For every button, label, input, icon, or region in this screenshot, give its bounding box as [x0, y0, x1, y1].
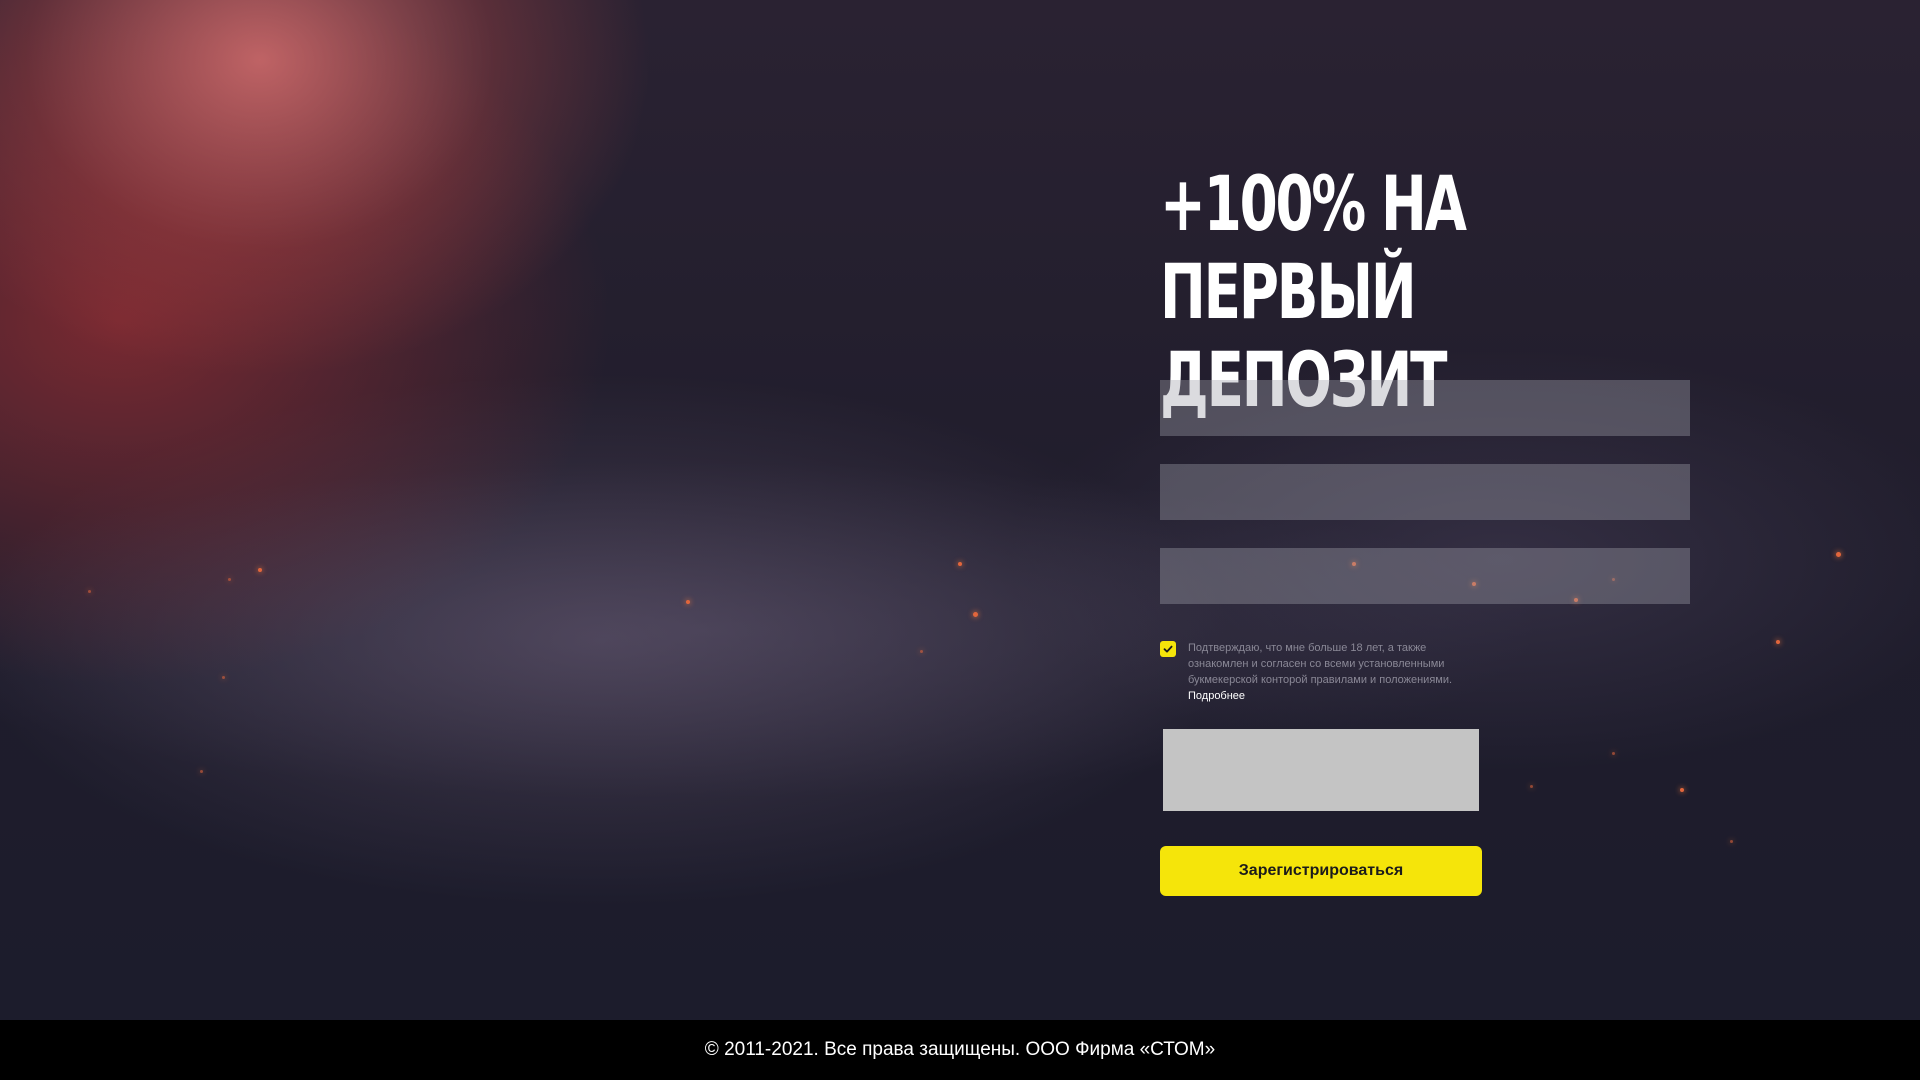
captcha-widget[interactable]	[1163, 729, 1479, 811]
ember-particle	[920, 650, 923, 653]
ember-particle	[1612, 752, 1615, 755]
registration-field-2[interactable]	[1160, 464, 1690, 520]
copyright-text: © 2011-2021. Все права защищены. ООО Фир…	[704, 1039, 1216, 1060]
ember-particle	[958, 562, 962, 566]
ember-particle	[1680, 788, 1684, 792]
register-button[interactable]: Зарегистрироваться	[1160, 846, 1482, 896]
registration-field-3[interactable]	[1160, 548, 1690, 604]
ember-particle	[686, 600, 690, 604]
agreement-details-link[interactable]: Подробнее	[1188, 690, 1245, 702]
ember-particle	[222, 676, 225, 679]
ember-particle	[200, 770, 203, 773]
ember-particle	[1530, 785, 1533, 788]
ember-particle	[1730, 840, 1733, 843]
footer: © 2011-2021. Все права защищены. ООО Фир…	[0, 1020, 1920, 1080]
registration-panel: +100% на первый депозит Подтверждаю, что…	[1160, 160, 1700, 896]
ember-particle	[1836, 552, 1841, 557]
agreement-label: Подтверждаю, что мне больше 18 лет, а та…	[1188, 642, 1453, 686]
smoke-haze	[0, 380, 1920, 900]
ember-particle	[88, 590, 91, 593]
agreement-text: Подтверждаю, что мне больше 18 лет, а та…	[1188, 640, 1488, 704]
agreement-checkbox[interactable]	[1160, 641, 1176, 657]
ember-particle	[258, 568, 262, 572]
ember-particle	[228, 578, 231, 581]
ember-particle	[973, 612, 978, 617]
ember-particle	[1776, 640, 1780, 644]
registration-field-1[interactable]	[1160, 380, 1690, 436]
checkmark-icon	[1163, 645, 1173, 653]
agreement-row: Подтверждаю, что мне больше 18 лет, а та…	[1160, 640, 1560, 704]
